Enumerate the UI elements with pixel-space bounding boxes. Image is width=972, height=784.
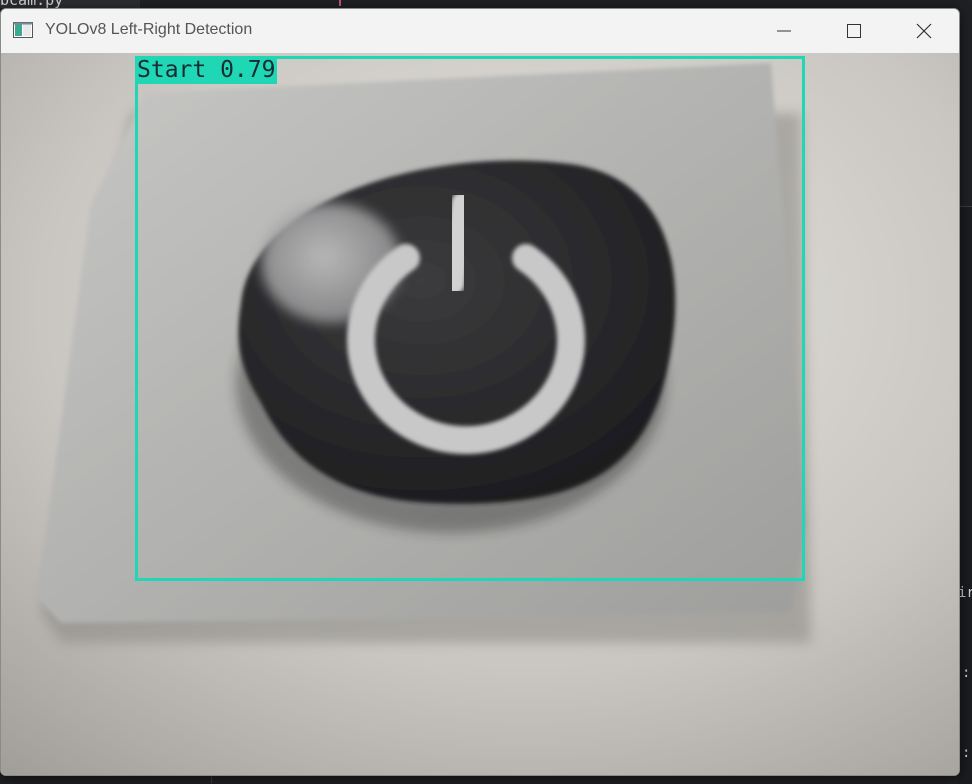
- editor-code-fragment: :: [962, 665, 971, 681]
- close-icon: [916, 23, 932, 39]
- editor-tab[interactable]: bcam.py: [0, 0, 140, 9]
- title-bar[interactable]: YOLOv8 Left-Right Detection: [1, 9, 959, 53]
- camera-view: Start 0.79: [1, 53, 959, 775]
- minimize-button[interactable]: [761, 9, 807, 53]
- minimize-icon: [777, 30, 791, 32]
- detection-label: Start 0.79: [135, 56, 278, 84]
- editor-code-fragment: ir: [958, 585, 972, 601]
- editor-right-pane: ir : :: [958, 206, 972, 784]
- detection-bounding-box: [135, 56, 805, 581]
- close-button[interactable]: [901, 9, 947, 53]
- maximize-icon: [847, 24, 861, 38]
- editor-cursor: [339, 0, 341, 6]
- editor-code-fragment: :: [962, 745, 971, 761]
- maximize-button[interactable]: [831, 9, 877, 53]
- app-window-icon: [13, 22, 33, 38]
- window-title: YOLOv8 Left-Right Detection: [45, 21, 253, 38]
- detection-window: YOLOv8 Left-Right Detection Start 0.79: [0, 8, 960, 776]
